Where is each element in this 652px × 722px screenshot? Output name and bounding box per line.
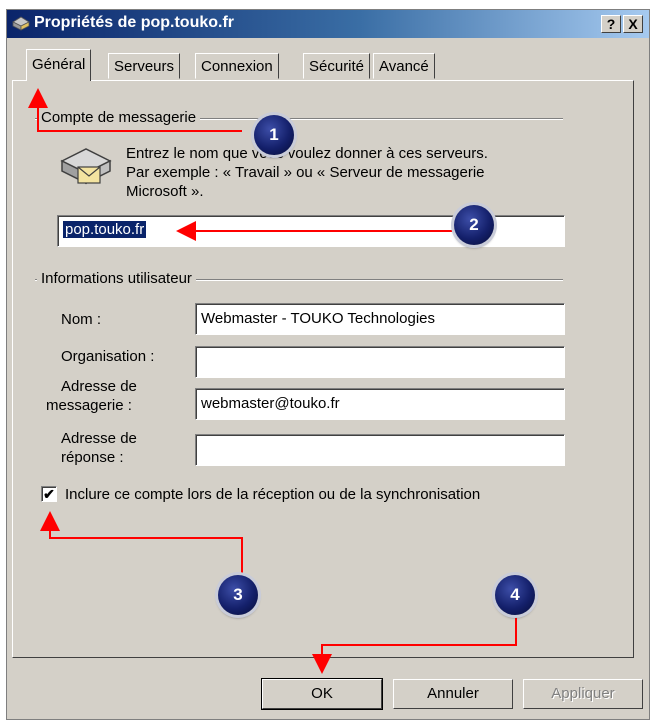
tab-advanced[interactable]: Avancé — [373, 53, 435, 79]
checkmark-icon: ✔ — [43, 486, 55, 502]
mail-server-icon — [60, 148, 112, 185]
cancel-button[interactable]: Annuler — [393, 679, 513, 709]
ok-button-label: OK — [311, 685, 333, 702]
reply-label-line-1: Adresse de — [61, 430, 137, 447]
mail-server-icon — [12, 16, 30, 31]
reply-address-input[interactable] — [195, 434, 565, 466]
email-label-line-2: messagerie : — [46, 397, 132, 414]
mail-account-description-line-2: Par exemple : « Travail » ou « Serveur d… — [126, 164, 485, 181]
tab-general[interactable]: Général — [26, 49, 92, 81]
annotation-badge-1: 1 — [254, 115, 294, 155]
organization-label: Organisation : — [61, 348, 155, 365]
tab-servers[interactable]: Serveurs — [108, 53, 181, 79]
user-info-group-label: Informations utilisateur — [37, 270, 196, 287]
tab-security[interactable]: Sécurité — [303, 53, 371, 79]
window-title: Propriétés de pop.touko.fr — [34, 14, 235, 31]
close-button[interactable]: X — [623, 15, 643, 33]
account-name-value: pop.touko.fr — [63, 221, 147, 238]
include-account-label: Inclure ce compte lors de la réception o… — [65, 486, 481, 503]
ok-button[interactable]: OK — [261, 678, 383, 710]
title-bar[interactable]: Propriétés de pop.touko.fr ? X — [7, 10, 649, 38]
name-label: Nom : — [61, 311, 102, 328]
annotation-badge-2: 2 — [454, 205, 494, 245]
mail-account-description-line-3: Microsoft ». — [126, 183, 204, 200]
general-tab-panel: Compte de messagerie Entrez le nom que v… — [12, 80, 634, 658]
help-button[interactable]: ? — [601, 15, 621, 33]
annotation-badge-3: 3 — [218, 575, 258, 615]
name-input[interactable]: Webmaster - TOUKO Technologies — [195, 303, 565, 335]
email-label-line-1: Adresse de — [61, 378, 137, 395]
mail-account-group-label: Compte de messagerie — [37, 109, 201, 126]
tab-connection[interactable]: Connexion — [195, 53, 279, 79]
reply-label-line-2: réponse : — [61, 449, 124, 466]
organization-input[interactable] — [195, 346, 565, 378]
email-input[interactable]: webmaster@touko.fr — [195, 388, 565, 420]
annotation-badge-4: 4 — [495, 575, 535, 615]
mail-account-description-line-1: Entrez le nom que vous voulez donner à c… — [126, 145, 488, 162]
apply-button[interactable]: Appliquer — [523, 679, 643, 709]
apply-button-label: Appliquer — [551, 685, 615, 702]
cancel-button-label: Annuler — [427, 685, 479, 702]
include-account-checkbox[interactable]: ✔ — [41, 486, 57, 502]
